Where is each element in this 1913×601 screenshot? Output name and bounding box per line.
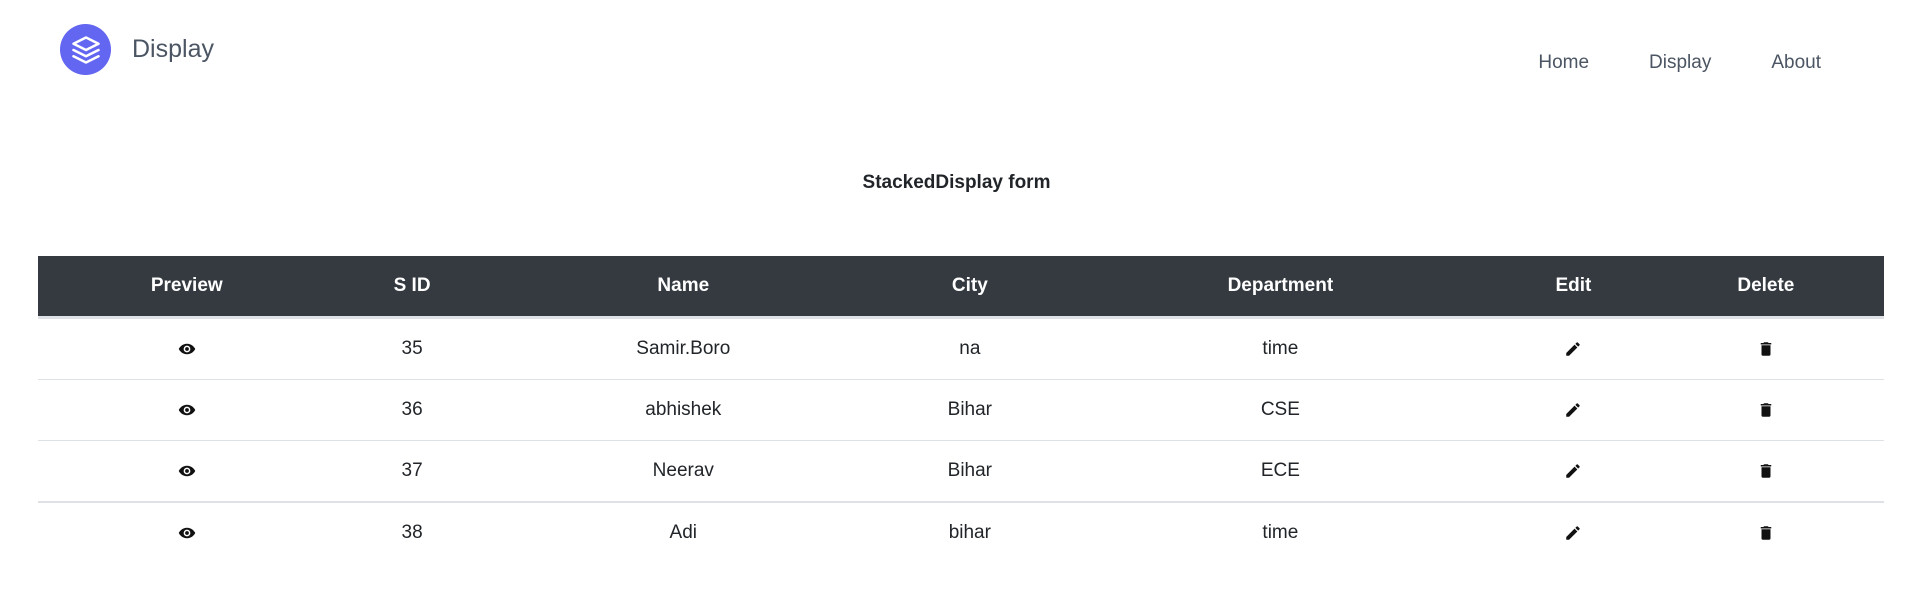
trash-icon[interactable] — [1755, 399, 1777, 421]
brand-link[interactable]: Display — [60, 24, 214, 75]
trash-icon[interactable] — [1755, 522, 1777, 544]
name-cell: abhishek — [488, 379, 878, 441]
pencil-icon[interactable] — [1562, 338, 1584, 360]
table-header-row: Preview S ID Name City Department Edit D… — [38, 256, 1884, 319]
sid-cell: 36 — [335, 379, 489, 441]
column-header-name: Name — [488, 256, 878, 319]
edit-cell — [1499, 379, 1648, 441]
column-header-delete: Delete — [1647, 256, 1884, 319]
pencil-icon[interactable] — [1562, 399, 1584, 421]
brand-name: Display — [132, 35, 214, 63]
name-cell: Adi — [669, 522, 698, 543]
eye-icon[interactable] — [176, 460, 198, 482]
department-cell: CSE — [1061, 379, 1500, 441]
preview-cell — [38, 317, 336, 380]
column-header-city: City — [877, 256, 1062, 319]
header: Display Home Display About — [0, 0, 1913, 110]
department-cell: time — [1262, 522, 1299, 543]
column-header-department: Department — [1061, 256, 1500, 319]
table-row: 35 Samir.Boro na time — [38, 317, 1884, 380]
pencil-icon[interactable] — [1562, 522, 1584, 544]
preview-cell — [38, 502, 336, 563]
name-cell: Neerav — [488, 440, 878, 503]
nav-home[interactable]: Home — [1538, 52, 1589, 74]
city-cell: Bihar — [877, 440, 1062, 503]
department-cell: time — [1061, 317, 1500, 380]
records-table: Preview S ID Name City Department Edit D… — [38, 256, 1884, 563]
preview-cell — [38, 379, 336, 441]
department-cell: ECE — [1061, 440, 1500, 503]
pencil-icon[interactable] — [1562, 460, 1584, 482]
eye-icon[interactable] — [176, 399, 198, 421]
sid-cell: 37 — [335, 440, 489, 503]
table-row: 37 Neerav Bihar ECE — [38, 440, 1884, 503]
trash-icon[interactable] — [1755, 460, 1777, 482]
delete-cell — [1647, 317, 1884, 380]
column-header-edit: Edit — [1499, 256, 1648, 319]
sid-cell: 35 — [335, 317, 489, 380]
column-header-preview: Preview — [38, 256, 336, 319]
layers-icon — [60, 24, 111, 75]
city-cell: na — [877, 317, 1062, 380]
preview-cell — [38, 440, 336, 503]
eye-icon[interactable] — [176, 522, 198, 544]
table-row: 36 abhishek Bihar CSE — [38, 379, 1884, 441]
column-header-sid: S ID — [335, 256, 489, 319]
edit-cell — [1499, 502, 1648, 563]
nav-about[interactable]: About — [1771, 52, 1821, 74]
eye-icon[interactable] — [176, 338, 198, 360]
edit-cell — [1499, 317, 1648, 380]
delete-cell — [1647, 379, 1884, 441]
city-cell: bihar — [948, 522, 991, 543]
nav-display[interactable]: Display — [1649, 52, 1711, 74]
trash-icon[interactable] — [1755, 338, 1777, 360]
delete-cell — [1647, 440, 1884, 503]
sid-cell: 38 — [401, 522, 423, 543]
edit-cell — [1499, 440, 1648, 503]
delete-cell — [1648, 502, 1884, 563]
main-nav: Home Display About — [1538, 52, 1821, 74]
city-cell: Bihar — [877, 379, 1062, 441]
records-table-container: Preview S ID Name City Department Edit D… — [38, 256, 1884, 563]
page-title: StackedDisplay form — [862, 172, 1051, 193]
name-cell: Samir.Boro — [488, 317, 878, 380]
table-row: 38 Adi bihar time — [38, 502, 1884, 563]
